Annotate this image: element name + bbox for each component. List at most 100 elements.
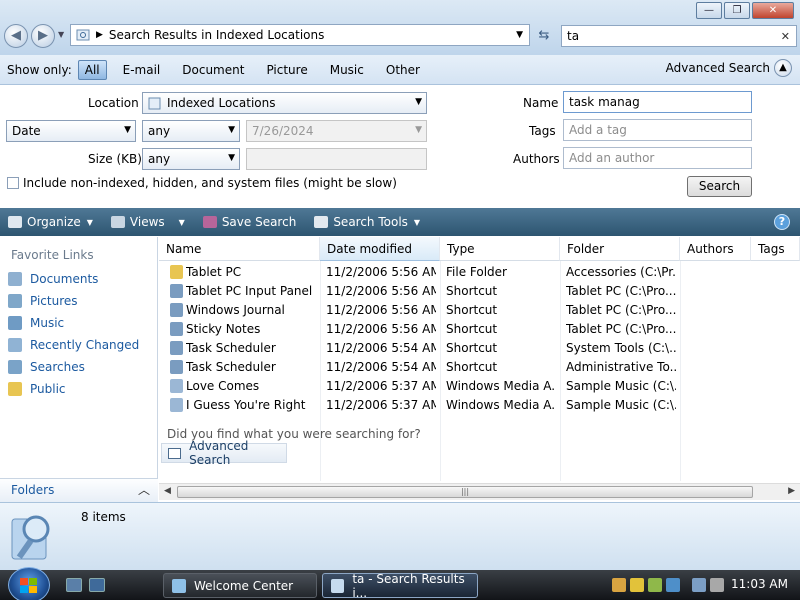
file-date: 11/2/2006 5:37 AM	[326, 398, 436, 412]
folders-toggle[interactable]: Folders ︿	[0, 478, 158, 502]
table-row[interactable]: Task Scheduler 11/2/2006 5:54 AM Shortcut A…	[159, 358, 679, 377]
scroll-right-icon[interactable]: ▶	[788, 486, 795, 496]
taskbar: Welcome Center ta - Search Results i... …	[0, 567, 800, 600]
scrollbar-thumb[interactable]: |||	[177, 486, 753, 498]
table-row[interactable]: Tablet PC 11/2/2006 5:56 AM File Folder Acc…	[159, 263, 679, 282]
search-folder-icon	[76, 29, 90, 41]
search-button[interactable]: Search	[687, 176, 752, 197]
nav-item-pictures[interactable]: Pictures	[8, 294, 78, 308]
search-tools-icon	[314, 216, 329, 228]
filter-all[interactable]: All	[77, 59, 107, 80]
name-field[interactable]: task manag	[563, 91, 752, 113]
start-button[interactable]	[8, 567, 50, 600]
date-field-dropdown[interactable]: Date ▼	[6, 120, 136, 142]
breadcrumb-arrow-icon[interactable]: ▶	[96, 30, 103, 40]
include-nonindexed-label: Include non-indexed, hidden, and system …	[23, 176, 397, 190]
pictures-icon	[8, 294, 22, 308]
clear-search-icon[interactable]: ✕	[781, 30, 790, 43]
nav-item-searches[interactable]: Searches	[8, 360, 85, 374]
shortcut-icon	[170, 322, 183, 336]
column-header-name[interactable]: Name	[159, 237, 320, 261]
date-operator-dropdown[interactable]: any ▼	[142, 120, 240, 142]
network-icon[interactable]	[612, 578, 626, 592]
connection-icon[interactable]	[692, 578, 706, 592]
table-row[interactable]: I Guess You're Right 11/2/2006 5:37 AM Win…	[159, 396, 679, 415]
filter-email[interactable]: E-mail	[117, 61, 167, 79]
nav-item-music[interactable]: Music	[8, 316, 64, 330]
file-type: Shortcut	[446, 360, 498, 374]
table-row[interactable]: Sticky Notes 11/2/2006 5:56 AM Shortcut Tab…	[159, 320, 679, 339]
task-search-results[interactable]: ta - Search Results i...	[322, 572, 478, 600]
switch-windows-icon[interactable]	[89, 578, 105, 592]
horizontal-scrollbar[interactable]: ◀ ||| ▶	[159, 483, 800, 500]
search-input[interactable]: ta ✕	[561, 25, 797, 47]
task-welcome-center[interactable]: Welcome Center	[163, 573, 317, 598]
save-search-icon	[202, 216, 217, 228]
recent-pages-dropdown[interactable]: ▼	[58, 30, 64, 39]
file-name: Love Comes	[186, 379, 260, 393]
nav-item-label: Recently Changed	[30, 338, 140, 352]
tags-field[interactable]: Add a tag	[563, 119, 752, 141]
authors-field[interactable]: Add an author	[563, 147, 752, 169]
file-date: 11/2/2006 5:54 AM	[326, 341, 436, 355]
file-date: 11/2/2006 5:56 AM	[326, 303, 436, 317]
tablet-icon[interactable]	[666, 578, 680, 592]
filter-document[interactable]: Document	[176, 61, 250, 79]
size-operator-dropdown[interactable]: any ▼	[142, 148, 240, 170]
name-value: task manag	[569, 95, 640, 109]
table-row[interactable]: Tablet PC Input Panel 11/2/2006 5:56 AM Sh…	[159, 282, 679, 301]
forward-button[interactable]: ▶	[31, 24, 55, 48]
maximize-button[interactable]: ❐	[724, 2, 750, 19]
save-search-button[interactable]: Save Search	[202, 215, 296, 229]
file-type: Shortcut	[446, 341, 498, 355]
table-row[interactable]: Windows Journal 11/2/2006 5:56 AM Shortcut…	[159, 301, 679, 320]
shortcut-icon	[170, 341, 183, 355]
filter-music[interactable]: Music	[324, 61, 370, 79]
show-desktop-icon[interactable]	[66, 578, 82, 592]
file-name: Task Scheduler	[186, 341, 276, 355]
volume-muted-icon[interactable]	[710, 578, 724, 592]
command-toolbar: Organize ▼ Views ▼ Save Search Search To…	[0, 208, 800, 236]
nav-item-label: Pictures	[30, 294, 78, 308]
filter-picture[interactable]: Picture	[260, 61, 313, 79]
scroll-left-icon[interactable]: ◀	[164, 486, 171, 496]
column-header-tags[interactable]: Tags	[751, 237, 800, 261]
help-icon[interactable]: ?	[774, 214, 790, 230]
date-operator-value: any	[148, 124, 171, 138]
organize-label: Organize	[27, 215, 81, 229]
back-button[interactable]: ◀	[4, 24, 28, 48]
item-count: 8 items	[81, 510, 126, 524]
minimize-button[interactable]: —	[696, 2, 722, 19]
indexed-locations-icon	[148, 97, 161, 109]
security-shield-icon[interactable]	[630, 578, 644, 592]
column-header-date-modified[interactable]: Date modified	[320, 237, 440, 261]
column-header-folder[interactable]: Folder	[560, 237, 680, 261]
nav-item-recently-changed[interactable]: Recently Changed	[8, 338, 139, 352]
dropdown-arrow-icon: ▼	[415, 125, 422, 135]
include-nonindexed-checkbox[interactable]	[7, 177, 19, 189]
organize-menu[interactable]: Organize ▼	[8, 215, 93, 229]
table-row[interactable]: Love Comes 11/2/2006 5:37 AM Windows Media…	[159, 377, 679, 396]
views-menu[interactable]: Views ▼	[110, 215, 185, 229]
documents-icon	[8, 272, 22, 286]
refresh-icon[interactable]: ⇆	[533, 26, 555, 46]
address-bar[interactable]: ▶ Search Results in Indexed Locations ▼	[70, 24, 530, 46]
table-row[interactable]: Task Scheduler 11/2/2006 5:54 AM Shortcut S…	[159, 339, 679, 358]
file-type: Shortcut	[446, 284, 498, 298]
nav-item-documents[interactable]: Documents	[8, 272, 98, 286]
advanced-search-link[interactable]: Advanced Search	[161, 439, 287, 467]
search-tools-label: Search Tools	[333, 215, 408, 229]
clock[interactable]: 11:03 AM	[731, 577, 788, 591]
tray-app-icon[interactable]	[648, 578, 662, 592]
advanced-search-toggle[interactable]: Advanced Search ▲	[666, 59, 792, 77]
location-dropdown[interactable]: Indexed Locations ▼	[142, 92, 427, 114]
advanced-search-icon	[168, 447, 182, 459]
column-header-authors[interactable]: Authors	[680, 237, 751, 261]
close-button[interactable]: ✕	[752, 2, 794, 19]
address-dropdown-icon[interactable]: ▼	[516, 30, 523, 40]
search-tools-menu[interactable]: Search Tools ▼	[314, 215, 420, 229]
column-header-type[interactable]: Type	[440, 237, 560, 261]
filter-other[interactable]: Other	[380, 61, 426, 79]
nav-item-public[interactable]: Public	[8, 382, 66, 396]
details-pane: 8 items	[0, 502, 800, 570]
